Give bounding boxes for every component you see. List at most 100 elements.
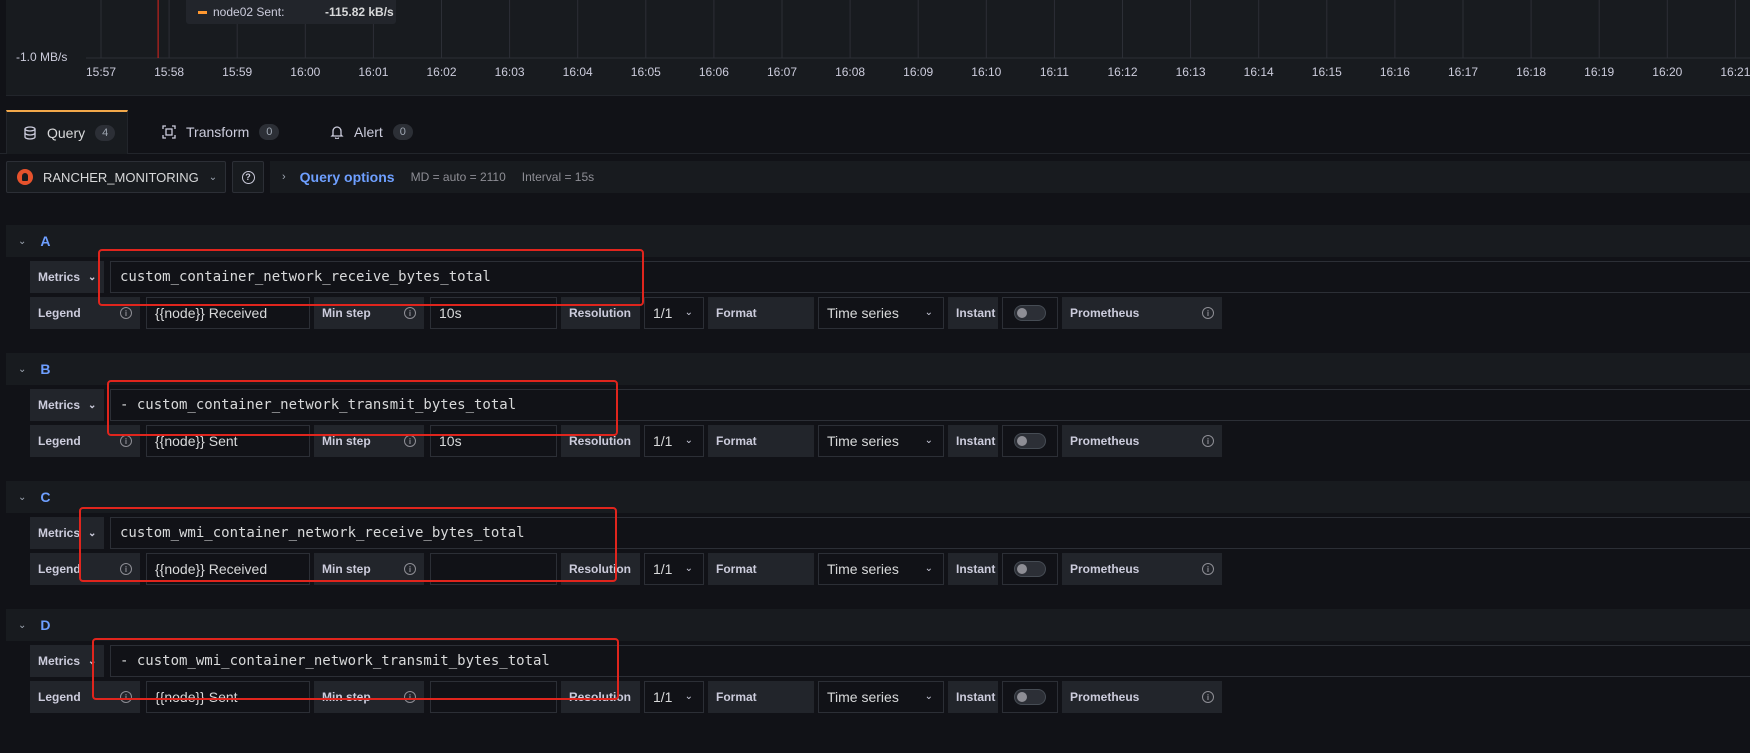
info-icon: i	[120, 691, 132, 703]
tab-transform[interactable]: Transform 0	[146, 110, 296, 154]
chevron-down-icon: ⌄	[88, 527, 97, 539]
instant-toggle-cell	[1002, 425, 1058, 457]
prometheus-label: Prometheus	[1070, 306, 1140, 320]
query-header[interactable]: ⌄ C	[6, 481, 1750, 513]
y-axis-label: -1.0 MB/s	[16, 50, 68, 64]
query-letter: A	[40, 233, 51, 249]
resolution-label: Resolution	[561, 425, 640, 457]
editor-tabs: Query 4 Transform 0 Alert 0	[0, 110, 1750, 154]
format-select[interactable]: Time series ⌄	[818, 425, 944, 457]
x-tick-label: 16:15	[1312, 65, 1342, 79]
info-icon: i	[120, 307, 132, 319]
x-tick-label: 16:03	[495, 65, 525, 79]
x-tick-label: 15:59	[222, 65, 252, 79]
transform-icon	[162, 125, 176, 139]
chevron-down-icon: ⌄	[684, 307, 693, 318]
query-header[interactable]: ⌄ B	[6, 353, 1750, 385]
metric-query-input[interactable]: custom_container_network_receive_bytes_t…	[110, 261, 1750, 293]
min-step-input[interactable]: 10s	[430, 425, 557, 457]
query-row-a: ⌄ A Metrics ⌄ custom_container_network_r…	[6, 225, 1750, 337]
metrics-label: Metrics	[38, 654, 81, 668]
resolution-value: 1/1	[653, 305, 673, 321]
chevron-down-icon: ⌄	[18, 363, 27, 375]
min-step-input[interactable]	[430, 681, 557, 713]
info-icon: i	[404, 307, 416, 319]
legend-label-cell: Legend i	[30, 681, 140, 713]
query-letter: B	[40, 361, 51, 377]
legend-input[interactable]: {{node}} Sent	[146, 681, 310, 713]
info-icon: i	[1202, 435, 1214, 447]
instant-toggle[interactable]	[1014, 433, 1046, 449]
x-tick-label: 16:08	[835, 65, 865, 79]
tab-alert[interactable]: Alert 0	[314, 110, 424, 154]
tab-query-label: Query	[47, 125, 86, 141]
min-step-input[interactable]: 10s	[430, 297, 557, 329]
resolution-select[interactable]: 1/1 ⌄	[644, 681, 704, 713]
format-label: Format	[708, 681, 814, 713]
instant-toggle[interactable]	[1014, 689, 1046, 705]
metrics-dropdown[interactable]: Metrics ⌄	[30, 261, 104, 293]
help-button[interactable]: ?	[232, 161, 264, 193]
info-icon: i	[1202, 691, 1214, 703]
query-options[interactable]: › Query options MD = auto = 2110 Interva…	[270, 161, 1750, 193]
metrics-dropdown[interactable]: Metrics ⌄	[30, 389, 104, 421]
tab-transform-label: Transform	[186, 124, 250, 140]
chevron-down-icon: ⌄	[924, 691, 933, 702]
graph-panel[interactable]: 15:57 15:58 15:59 16:00 16:01 16:02 16:03 16:04…	[6, 0, 1750, 96]
metrics-dropdown[interactable]: Metrics ⌄	[30, 517, 104, 549]
chevron-down-icon: ⌄	[18, 619, 27, 631]
info-icon: i	[404, 691, 416, 703]
x-tick-label: 16:21	[1720, 65, 1750, 79]
x-tick-label: 16:06	[699, 65, 729, 79]
max-data-points: MD = auto = 2110	[410, 170, 506, 184]
info-icon: i	[404, 563, 416, 575]
x-tick-label: 16:17	[1448, 65, 1478, 79]
datasource-picker[interactable]: RANCHER_MONITORING ⌄	[6, 161, 226, 193]
metric-query-input[interactable]: custom_wmi_container_network_receive_byt…	[110, 517, 1750, 549]
min-step-label: Min step	[322, 434, 371, 448]
legend-input[interactable]: {{node}} Received	[146, 553, 310, 585]
instant-label: Instant	[948, 681, 998, 713]
format-select[interactable]: Time series ⌄	[818, 297, 944, 329]
instant-toggle-cell	[1002, 681, 1058, 713]
metrics-dropdown[interactable]: Metrics ⌄	[30, 645, 104, 677]
prometheus-label: Prometheus	[1070, 562, 1140, 576]
legend-input[interactable]: {{node}} Sent	[146, 425, 310, 457]
instant-toggle-cell	[1002, 297, 1058, 329]
format-value: Time series	[827, 689, 899, 705]
x-tick-label: 16:07	[767, 65, 797, 79]
prometheus-label-cell: Prometheus i	[1062, 553, 1222, 585]
format-label: Format	[708, 553, 814, 585]
info-icon: i	[1202, 563, 1214, 575]
resolution-select[interactable]: 1/1 ⌄	[644, 425, 704, 457]
resolution-value: 1/1	[653, 561, 673, 577]
metric-query-input[interactable]: - custom_container_network_transmit_byte…	[110, 389, 1750, 421]
info-icon: i	[404, 435, 416, 447]
resolution-value: 1/1	[653, 689, 673, 705]
query-header[interactable]: ⌄ A	[6, 225, 1750, 257]
min-step-input[interactable]	[430, 553, 557, 585]
instant-toggle[interactable]	[1014, 305, 1046, 321]
metric-query-input[interactable]: - custom_wmi_container_network_transmit_…	[110, 645, 1750, 677]
tab-transform-count: 0	[259, 124, 280, 140]
x-tick-label: 16:16	[1380, 65, 1410, 79]
resolution-select[interactable]: 1/1 ⌄	[644, 553, 704, 585]
x-tick-label: 16:10	[971, 65, 1001, 79]
metrics-label: Metrics	[38, 398, 81, 412]
query-header[interactable]: ⌄ D	[6, 609, 1750, 641]
format-select[interactable]: Time series ⌄	[818, 553, 944, 585]
x-tick-label: 16:00	[290, 65, 320, 79]
resolution-select[interactable]: 1/1 ⌄	[644, 297, 704, 329]
instant-toggle[interactable]	[1014, 561, 1046, 577]
legend-input[interactable]: {{node}} Received	[146, 297, 310, 329]
tooltip-value: -115.82 kB/s	[325, 5, 394, 19]
prometheus-label: Prometheus	[1070, 434, 1140, 448]
tab-alert-label: Alert	[354, 124, 383, 140]
format-select[interactable]: Time series ⌄	[818, 681, 944, 713]
legend-label: Legend	[38, 562, 81, 576]
chevron-down-icon: ⌄	[924, 435, 933, 446]
x-tick-label: 16:14	[1244, 65, 1274, 79]
x-tick-label: 16:19	[1584, 65, 1614, 79]
tab-query[interactable]: Query 4	[6, 110, 128, 154]
x-tick-label: 16:02	[426, 65, 456, 79]
